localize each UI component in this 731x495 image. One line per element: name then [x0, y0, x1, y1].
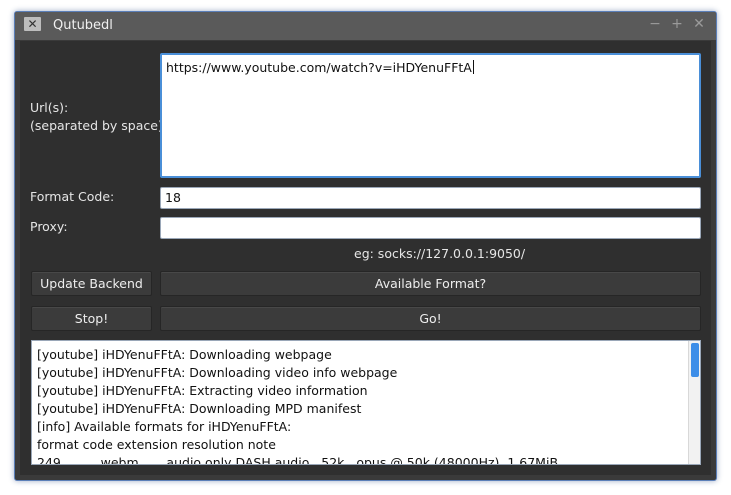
proxy-hint: eg: socks://127.0.0.1:9050/ — [354, 246, 526, 261]
log-line: [info] Available formats for iHDYenuFFtA… — [37, 419, 292, 434]
url-label-line1: Url(s): — [30, 100, 69, 115]
proxy-label: Proxy: — [30, 219, 68, 234]
text-caret — [472, 60, 474, 74]
stop-button[interactable]: Stop! — [31, 306, 152, 331]
format-code-label: Format Code: — [30, 189, 115, 204]
log-line: [youtube] iHDYenuFFtA: Downloading video… — [37, 365, 398, 380]
log-scrollbar-thumb[interactable] — [691, 343, 699, 377]
url-label: Url(s): (separated by space) — [30, 99, 163, 135]
format-code-input[interactable]: 18 — [160, 187, 701, 209]
app-x-icon: ✕ — [24, 17, 41, 31]
log-line: 249 webm audio only DASH audio 52k , opu… — [37, 455, 559, 465]
available-format-button[interactable]: Available Format? — [160, 271, 701, 296]
log-line: [youtube] iHDYenuFFtA: Extracting video … — [37, 383, 368, 398]
log-line: format code extension resolution note — [37, 437, 276, 452]
maximize-icon[interactable]: + — [670, 16, 684, 32]
url-label-line2: (separated by space) — [30, 118, 163, 133]
output-log[interactable]: [youtube] iHDYenuFFtA: Downloading webpa… — [31, 340, 701, 465]
log-line: [youtube] iHDYenuFFtA: Downloading webpa… — [37, 347, 332, 362]
log-line: [youtube] iHDYenuFFtA: Downloading MPD m… — [37, 401, 362, 416]
minimize-icon[interactable]: − — [648, 16, 662, 32]
log-scrollbar[interactable] — [688, 341, 700, 464]
proxy-input[interactable] — [160, 217, 701, 239]
close-icon[interactable]: ✕ — [692, 16, 706, 32]
update-backend-button[interactable]: Update Backend — [31, 271, 152, 296]
main-panel: Url(s): (separated by space) https://www… — [20, 41, 711, 475]
window-title: Qutubedl — [53, 18, 113, 33]
url-input[interactable]: https://www.youtube.com/watch?v=iHDYenuF… — [160, 53, 701, 178]
title-bar[interactable]: ✕ Qutubedl − + ✕ — [15, 12, 716, 40]
go-button[interactable]: Go! — [160, 306, 701, 331]
url-input-text: https://www.youtube.com/watch?v=iHDYenuF… — [166, 60, 472, 75]
app-window: ✕ Qutubedl − + ✕ Url(s): (separated by s… — [14, 11, 717, 481]
log-lines: [youtube] iHDYenuFFtA: Downloading webpa… — [37, 346, 686, 465]
